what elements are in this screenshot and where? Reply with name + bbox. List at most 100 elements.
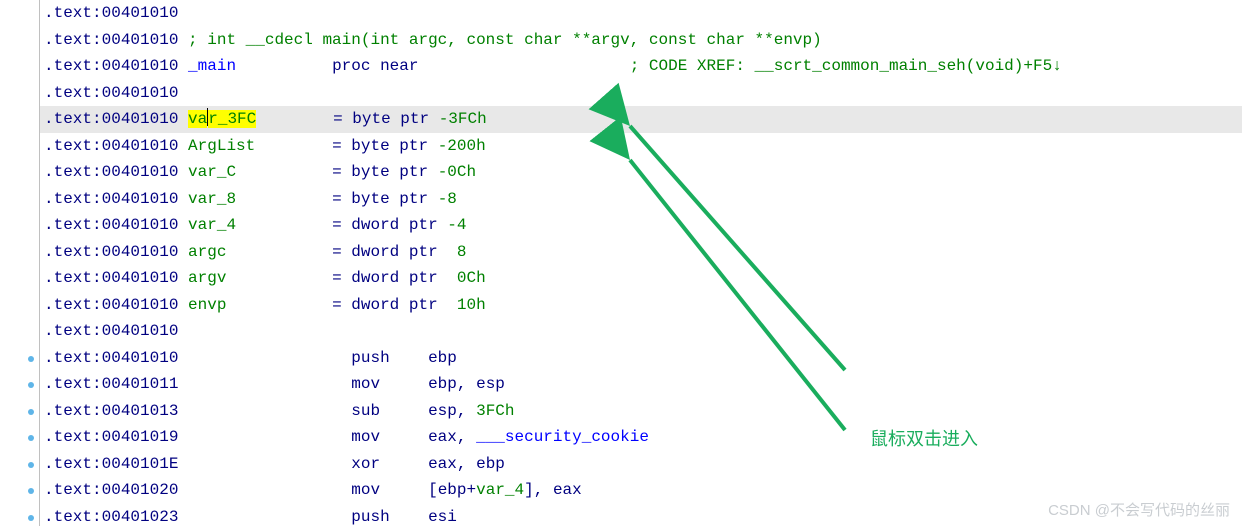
segment-prefix: .text:: [44, 31, 102, 49]
address: 00401010: [102, 243, 179, 261]
spacer: [188, 455, 351, 473]
breakpoint-dot[interactable]: [28, 409, 34, 415]
breakpoint-dot[interactable]: [28, 488, 34, 494]
operand[interactable]: ,: [457, 428, 476, 446]
code-line[interactable]: .text:00401013 sub esp, 3FCh: [40, 398, 1242, 425]
spacer: [188, 428, 351, 446]
operand[interactable]: ___security_cookie: [476, 428, 649, 446]
breakpoint-dot[interactable]: [28, 515, 34, 521]
code-line[interactable]: .text:00401010 push ebp: [40, 345, 1242, 372]
segment-prefix: .text:: [44, 375, 102, 393]
segment-prefix: .text:: [44, 508, 102, 526]
operand[interactable]: ebp: [438, 481, 467, 499]
code-line[interactable]: .text:00401010 argc = dword ptr 8: [40, 239, 1242, 266]
breakpoint-dot[interactable]: [28, 462, 34, 468]
address: 00401010: [102, 190, 179, 208]
code-line[interactable]: .text:00401011 mov ebp, esp: [40, 371, 1242, 398]
spacer: [418, 57, 629, 75]
segment-prefix: .text:: [44, 322, 102, 340]
code-line[interactable]: .text:00401010 var_8 = byte ptr -8: [40, 186, 1242, 213]
address: 00401010: [102, 84, 179, 102]
address: 00401010: [102, 296, 179, 314]
variable-name[interactable]: ArgList: [188, 137, 332, 155]
code-line[interactable]: .text:00401010 var_3FC = byte ptr -3FCh: [40, 106, 1242, 133]
segment-prefix: .text:: [44, 269, 102, 287]
function-label[interactable]: _main: [188, 57, 332, 75]
code-line[interactable]: .text:00401010 _main proc near ; CODE XR…: [40, 53, 1242, 80]
spacer: [188, 402, 351, 420]
address: 00401011: [102, 375, 179, 393]
variable-name[interactable]: argv: [188, 269, 332, 287]
address: 00401023: [102, 508, 179, 526]
watermark: CSDN @不会写代码的丝丽: [1048, 499, 1230, 520]
code-line[interactable]: .text:00401019 mov eax, ___security_cook…: [40, 424, 1242, 451]
code-line[interactable]: .text:0040101E xor eax, ebp: [40, 451, 1242, 478]
operand[interactable]: esp: [476, 375, 505, 393]
segment-prefix: .text:: [44, 349, 102, 367]
mnemonic: mov: [351, 481, 428, 499]
operand[interactable]: var_4: [476, 481, 524, 499]
code-line[interactable]: .text:00401010: [40, 318, 1242, 345]
breakpoint-dot[interactable]: [28, 435, 34, 441]
operand[interactable]: ebp: [428, 375, 457, 393]
operand[interactable]: ,: [457, 375, 476, 393]
variable-name[interactable]: var_8: [188, 190, 332, 208]
operand[interactable]: esi: [428, 508, 457, 526]
var-offset: 8: [457, 243, 467, 261]
code-line[interactable]: .text:00401010 var_4 = dword ptr -4: [40, 212, 1242, 239]
address: 00401010: [102, 110, 179, 128]
segment-prefix: .text:: [44, 296, 102, 314]
comment: ; int __cdecl main(int argc, const char …: [188, 31, 822, 49]
var-type: = dword ptr: [332, 296, 457, 314]
operand[interactable]: ],: [524, 481, 553, 499]
code-line[interactable]: .text:00401010 ; int __cdecl main(int ar…: [40, 27, 1242, 54]
operand[interactable]: esp: [428, 402, 457, 420]
segment-prefix: .text:: [44, 455, 102, 473]
var-type: = byte ptr: [332, 163, 438, 181]
code-line[interactable]: .text:00401010 ArgList = byte ptr -200h: [40, 133, 1242, 160]
address: 00401013: [102, 402, 179, 420]
operand[interactable]: +: [467, 481, 477, 499]
code-line[interactable]: .text:00401010 var_C = byte ptr -0Ch: [40, 159, 1242, 186]
disassembly-view[interactable]: .text:00401010 .text:00401010 ; int __cd…: [40, 0, 1242, 530]
mnemonic: sub: [351, 402, 428, 420]
operand[interactable]: ,: [457, 455, 476, 473]
code-line[interactable]: .text:00401010 envp = dword ptr 10h: [40, 292, 1242, 319]
operand[interactable]: ebp: [428, 349, 457, 367]
mnemonic: mov: [351, 375, 428, 393]
operand[interactable]: ,: [457, 402, 476, 420]
operand[interactable]: eax: [428, 455, 457, 473]
mnemonic: push: [351, 508, 428, 526]
variable-name[interactable]: var_3FC: [188, 110, 256, 128]
address: 00401010: [102, 349, 179, 367]
address: 00401010: [102, 4, 179, 22]
variable-name[interactable]: var_4: [188, 216, 332, 234]
segment-prefix: .text:: [44, 216, 102, 234]
variable-name[interactable]: var_C: [188, 163, 332, 181]
operand[interactable]: eax: [428, 428, 457, 446]
operand[interactable]: 3FCh: [476, 402, 514, 420]
address: 00401010: [102, 137, 179, 155]
code-line[interactable]: .text:00401010: [40, 0, 1242, 27]
segment-prefix: .text:: [44, 163, 102, 181]
operand[interactable]: ebp: [476, 455, 505, 473]
breakpoint-dot[interactable]: [28, 382, 34, 388]
spacer: [188, 375, 351, 393]
address: 00401010: [102, 163, 179, 181]
proc-keyword: proc near: [332, 57, 418, 75]
operand[interactable]: [: [428, 481, 438, 499]
operand[interactable]: eax: [553, 481, 582, 499]
xref-comment[interactable]: ; CODE XREF: __scrt_common_main_seh(void…: [630, 57, 1062, 75]
segment-prefix: .text:: [44, 57, 102, 75]
spacer: [188, 481, 351, 499]
code-line[interactable]: .text:00401010 argv = dword ptr 0Ch: [40, 265, 1242, 292]
var-offset: -4: [447, 216, 466, 234]
code-line[interactable]: .text:00401010: [40, 80, 1242, 107]
var-type: = dword ptr: [332, 243, 457, 261]
segment-prefix: .text:: [44, 402, 102, 420]
segment-prefix: .text:: [44, 137, 102, 155]
breakpoint-dot[interactable]: [28, 356, 34, 362]
variable-name[interactable]: envp: [188, 296, 332, 314]
variable-name[interactable]: argc: [188, 243, 332, 261]
segment-prefix: .text:: [44, 190, 102, 208]
